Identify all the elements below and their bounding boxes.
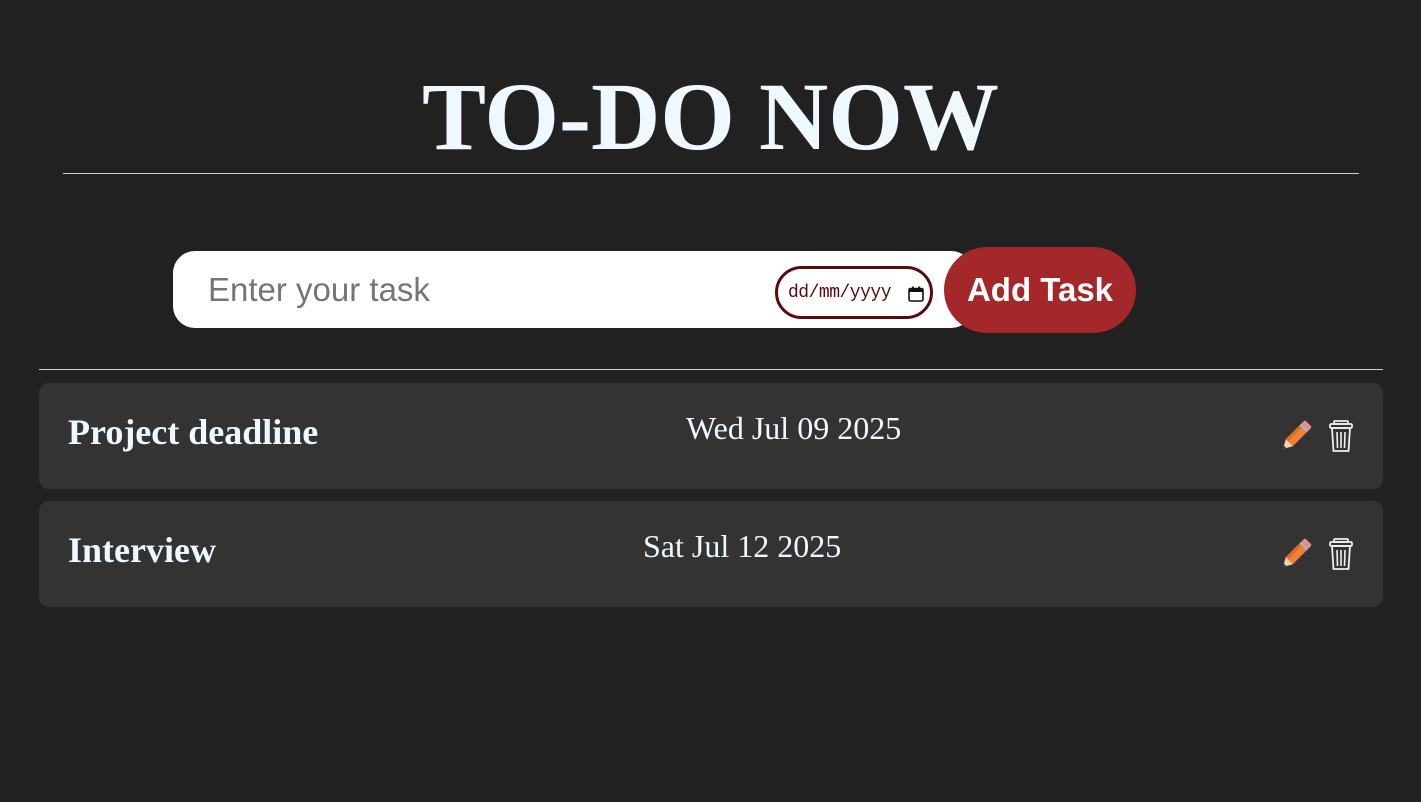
- task-name: Interview: [68, 530, 216, 570]
- task-date: Sat Jul 12 2025: [643, 528, 842, 564]
- trash-icon[interactable]: [1321, 537, 1361, 577]
- trash-icon[interactable]: [1321, 419, 1361, 459]
- task-name: Project deadline: [68, 412, 319, 452]
- calendar-icon[interactable]: [908, 286, 924, 302]
- add-task-button[interactable]: Add Task: [944, 247, 1136, 333]
- date-input[interactable]: dd/mm/yyyy: [775, 266, 933, 319]
- task-item: Interview Sat Jul 12 2025: [39, 501, 1383, 607]
- task-input[interactable]: [208, 263, 763, 317]
- pencil-icon[interactable]: [1275, 417, 1315, 457]
- list-divider: [39, 369, 1383, 370]
- pencil-icon[interactable]: [1275, 535, 1315, 575]
- task-item: Project deadline Wed Jul 09 2025: [39, 383, 1383, 489]
- page-title: TO-DO NOW: [422, 63, 999, 170]
- date-placeholder: dd/mm/yyyy: [788, 283, 892, 303]
- title-divider: [63, 173, 1359, 174]
- task-date: Wed Jul 09 2025: [686, 410, 902, 446]
